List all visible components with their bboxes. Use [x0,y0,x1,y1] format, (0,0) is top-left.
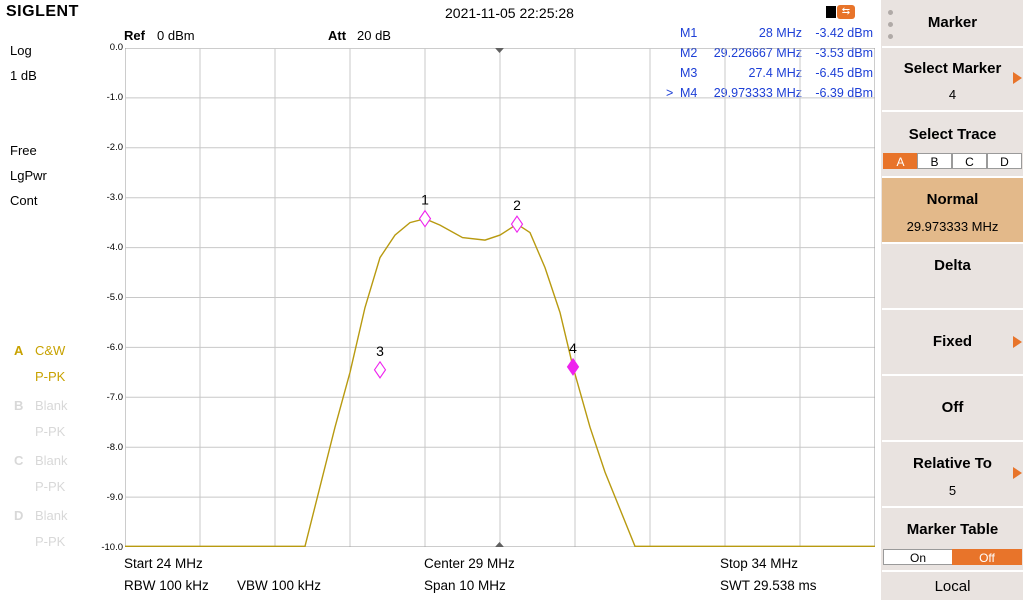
local-button[interactable]: Local [882,572,1023,600]
trace-option-c[interactable]: C [952,153,987,169]
select-marker-label: Select Marker [903,60,1002,77]
y-tick-label: -6.0 [106,342,123,353]
plot-markers: 1 2 3 4 [373,192,580,379]
center-top-marker-icon [495,48,504,53]
brand-logo: SIGLENT [6,3,79,20]
normal-label: Normal [926,191,979,208]
off-button[interactable]: Off [882,376,1023,442]
marker-4-label: 4 [569,340,577,356]
ref-value: 0 dBm [157,28,195,43]
marker-3-diamond-icon [373,360,387,379]
marker-3-label: 3 [376,343,384,359]
y-tick-label: -9.0 [106,492,123,503]
marker-2-label: 2 [513,197,521,213]
select-trace-label: Select Trace [908,126,997,143]
relative-to-button[interactable]: Relative To 5 [882,442,1023,508]
marker-table-button[interactable]: Marker Table On Off [882,508,1023,572]
sweep-time: SWT 29.538 ms [720,578,817,593]
normal-value: 29.973333 MHz [906,219,999,234]
att-value: 20 dB [357,28,391,43]
trace-c-letter: C [14,453,24,468]
delta-label: Delta [934,257,971,274]
trace-b-letter: B [14,398,24,413]
trace-option-d[interactable]: D [987,153,1022,169]
marker-readout-level: -3.42 dBm [815,26,873,40]
arrow-right-icon [1013,467,1022,479]
battery-icon [826,6,836,18]
select-marker-button[interactable]: Select Marker 4 [882,48,1023,112]
relative-to-label: Relative To [913,455,992,472]
y-tick-label: -8.0 [106,442,123,453]
trace-a-det: P-PK [35,369,66,384]
trace-b-det: P-PK [35,424,66,439]
local-label: Local [934,578,971,595]
scale-mode: Log [10,43,32,58]
marker-table-label: Marker Table [906,521,999,538]
trace-a-mode: C&W [35,343,66,358]
y-tick-label: -10.0 [101,542,123,553]
marker-readout-freq: 28 MHz [758,26,802,40]
center-bottom-marker-icon [495,542,504,547]
span: Span 10 MHz [424,578,506,593]
trace-d-mode: Blank [35,508,68,523]
fixed-button[interactable]: Fixed [882,310,1023,376]
y-tick-label: 0.0 [109,42,123,53]
normal-button[interactable]: Normal 29.973333 MHz [882,178,1023,244]
datetime: 2021-11-05 22:25:28 [445,5,574,21]
trace-option-a[interactable]: A [883,153,918,169]
arrow-right-icon [1013,72,1022,84]
trace-d-letter: D [14,508,24,523]
relative-to-value: 5 [948,483,957,498]
marker-1-label: 1 [421,192,429,208]
free-label: Free [10,143,37,158]
usb-icon: ⇆ [837,5,855,19]
ref-label: Ref [124,28,145,43]
plot-grid [125,48,875,547]
fixed-label: Fixed [932,333,973,350]
menu-title: Marker [882,0,1023,48]
y-tick-label: -1.0 [106,92,123,103]
trace-c-det: P-PK [35,479,66,494]
att-label: Att [328,28,347,43]
trace-a-letter: A [14,343,24,358]
arrow-right-icon [1013,336,1022,348]
delta-button[interactable]: Delta [882,244,1023,310]
dot-icon [888,34,893,39]
trace-c-mode: Blank [35,453,68,468]
select-trace-button[interactable]: Select Trace A B C D [882,112,1023,178]
center-freq: Center 29 MHz [424,556,515,571]
marker-1-diamond-icon [418,209,432,228]
y-tick-label: -5.0 [106,292,123,303]
cont-label: Cont [10,193,38,208]
rbw: RBW 100 kHz [124,578,209,593]
select-marker-value: 4 [948,87,957,102]
trace-option-b[interactable]: B [917,153,952,169]
menu-title-label: Marker [927,14,978,31]
start-freq: Start 24 MHz [124,556,203,571]
marker-4-diamond-icon [566,357,580,376]
lgpwr-label: LgPwr [10,168,47,183]
off-label: Off [941,399,964,416]
y-tick-label: -2.0 [106,142,123,153]
vbw: VBW 100 kHz [237,578,322,593]
marker-table-off[interactable]: Off [952,549,1022,565]
y-tick-label: -4.0 [106,242,123,253]
trace-d-det: P-PK [35,534,66,549]
marker-table-on[interactable]: On [883,549,953,565]
y-tick-label: -3.0 [106,192,123,203]
trace-b-mode: Blank [35,398,68,413]
marker-readout-name: M1 [680,26,698,40]
scale-div: 1 dB [10,68,37,83]
marker-2-diamond-icon [510,215,524,234]
stop-freq: Stop 34 MHz [720,556,799,571]
y-tick-label: -7.0 [106,392,123,403]
spectrum-plot[interactable]: 1 2 3 4 [125,48,875,547]
